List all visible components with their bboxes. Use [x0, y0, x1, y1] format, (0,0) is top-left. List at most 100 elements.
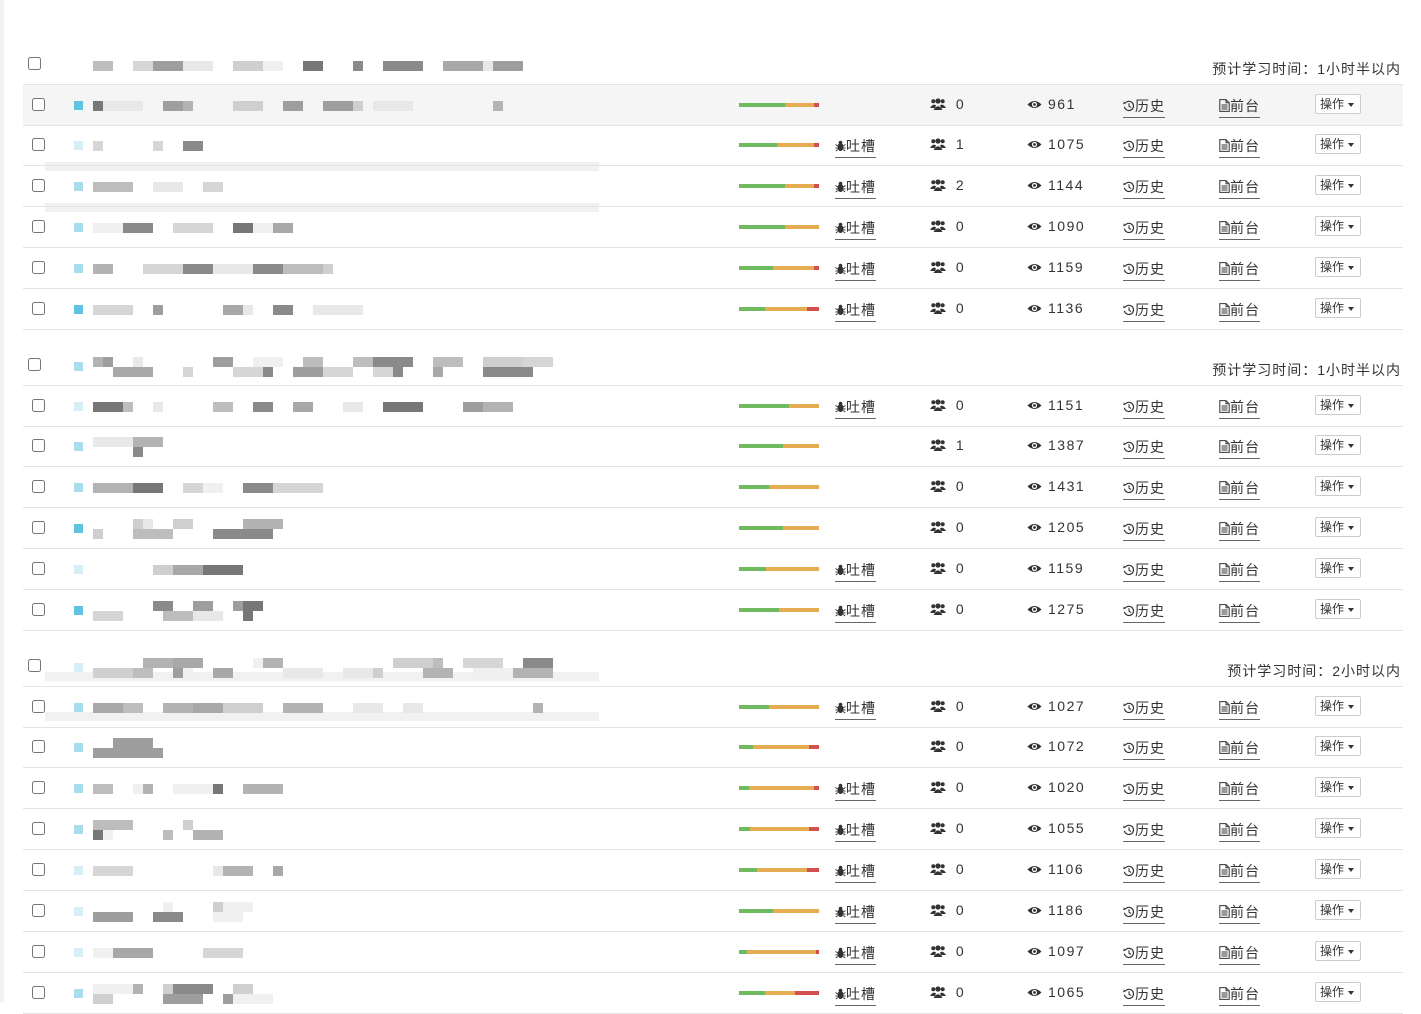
- row-checkbox[interactable]: [32, 945, 45, 958]
- operate-dropdown-button[interactable]: 操作: [1315, 982, 1361, 1002]
- operate-dropdown-button[interactable]: 操作: [1315, 941, 1361, 961]
- frontend-link[interactable]: 前台: [1219, 478, 1260, 500]
- complain-link[interactable]: 吐槽: [835, 984, 876, 1006]
- frontend-link[interactable]: 前台: [1219, 698, 1260, 720]
- row-checkbox[interactable]: [32, 700, 45, 713]
- operate-dropdown-button[interactable]: 操作: [1315, 298, 1361, 318]
- history-link[interactable]: 历史: [1123, 519, 1165, 541]
- row-checkbox[interactable]: [32, 302, 45, 315]
- frontend-link[interactable]: 前台: [1219, 397, 1260, 419]
- complain-link[interactable]: 吐槽: [835, 177, 876, 199]
- row-checkbox[interactable]: [32, 98, 45, 111]
- frontend-link[interactable]: 前台: [1219, 601, 1260, 623]
- frontend-link[interactable]: 前台: [1219, 902, 1260, 924]
- row-checkbox[interactable]: [32, 986, 45, 999]
- operate-dropdown-button[interactable]: 操作: [1315, 175, 1361, 195]
- frontend-link[interactable]: 前台: [1219, 820, 1260, 842]
- frontend-link[interactable]: 前台: [1219, 218, 1260, 240]
- row-checkbox[interactable]: [32, 179, 45, 192]
- operate-dropdown-button[interactable]: 操作: [1315, 435, 1361, 455]
- row-checkbox[interactable]: [32, 138, 45, 151]
- row-checkbox[interactable]: [32, 261, 45, 274]
- operate-dropdown-button[interactable]: 操作: [1315, 736, 1361, 756]
- operate-dropdown-button[interactable]: 操作: [1315, 900, 1361, 920]
- section-checkbox[interactable]: [28, 659, 41, 672]
- frontend-link[interactable]: 前台: [1219, 943, 1260, 965]
- history-link[interactable]: 历史: [1123, 738, 1165, 760]
- complain-link[interactable]: 吐槽: [835, 218, 876, 240]
- history-link[interactable]: 历史: [1123, 218, 1165, 240]
- complain-label: 吐槽: [846, 904, 876, 920]
- history-link[interactable]: 历史: [1123, 902, 1165, 924]
- complain-link[interactable]: 吐槽: [835, 397, 876, 419]
- operate-dropdown-button[interactable]: 操作: [1315, 599, 1361, 619]
- history-link[interactable]: 历史: [1123, 820, 1165, 842]
- row-checkbox[interactable]: [32, 439, 45, 452]
- operate-dropdown-button[interactable]: 操作: [1315, 696, 1361, 716]
- complain-link[interactable]: 吐槽: [835, 601, 876, 623]
- complain-link[interactable]: 吐槽: [835, 698, 876, 720]
- complain-link[interactable]: 吐槽: [835, 259, 876, 281]
- history-link[interactable]: 历史: [1123, 300, 1165, 322]
- row-checkbox[interactable]: [32, 863, 45, 876]
- history-link[interactable]: 历史: [1123, 259, 1165, 281]
- row-checkbox[interactable]: [32, 399, 45, 412]
- history-link[interactable]: 历史: [1123, 177, 1165, 199]
- frontend-link[interactable]: 前台: [1219, 984, 1260, 1006]
- operate-dropdown-button[interactable]: 操作: [1315, 859, 1361, 879]
- history-link[interactable]: 历史: [1123, 601, 1165, 623]
- complain-link[interactable]: 吐槽: [835, 300, 876, 322]
- history-link[interactable]: 历史: [1123, 136, 1165, 158]
- history-link[interactable]: 历史: [1123, 861, 1165, 883]
- history-link[interactable]: 历史: [1123, 943, 1165, 965]
- frontend-link[interactable]: 前台: [1219, 779, 1260, 801]
- operate-dropdown-button[interactable]: 操作: [1315, 818, 1361, 838]
- history-link[interactable]: 历史: [1123, 779, 1165, 801]
- frontend-link[interactable]: 前台: [1219, 300, 1260, 322]
- complain-link[interactable]: 吐槽: [835, 902, 876, 924]
- complain-link[interactable]: 吐槽: [835, 779, 876, 801]
- frontend-link[interactable]: 前台: [1219, 96, 1260, 118]
- row-checkbox[interactable]: [32, 781, 45, 794]
- frontend-link[interactable]: 前台: [1219, 738, 1260, 760]
- complain-link[interactable]: 吐槽: [835, 820, 876, 842]
- row-checkbox[interactable]: [32, 603, 45, 616]
- frontend-link[interactable]: 前台: [1219, 861, 1260, 883]
- operate-dropdown-button[interactable]: 操作: [1315, 257, 1361, 277]
- operate-dropdown-button[interactable]: 操作: [1315, 395, 1361, 415]
- row-checkbox[interactable]: [32, 480, 45, 493]
- history-link[interactable]: 历史: [1123, 437, 1165, 459]
- operate-dropdown-button[interactable]: 操作: [1315, 134, 1361, 154]
- progress-bar: [739, 485, 819, 489]
- complain-link[interactable]: 吐槽: [835, 560, 876, 582]
- history-link[interactable]: 历史: [1123, 478, 1165, 500]
- row-checkbox[interactable]: [32, 904, 45, 917]
- row-checkbox[interactable]: [32, 220, 45, 233]
- frontend-link[interactable]: 前台: [1219, 560, 1260, 582]
- history-link[interactable]: 历史: [1123, 698, 1165, 720]
- history-link[interactable]: 历史: [1123, 560, 1165, 582]
- frontend-link[interactable]: 前台: [1219, 437, 1260, 459]
- row-checkbox[interactable]: [32, 740, 45, 753]
- operate-dropdown-button[interactable]: 操作: [1315, 777, 1361, 797]
- row-checkbox[interactable]: [32, 822, 45, 835]
- operate-dropdown-button[interactable]: 操作: [1315, 517, 1361, 537]
- operate-dropdown-button[interactable]: 操作: [1315, 216, 1361, 236]
- history-link[interactable]: 历史: [1123, 397, 1165, 419]
- complain-link[interactable]: 吐槽: [835, 943, 876, 965]
- frontend-link[interactable]: 前台: [1219, 177, 1260, 199]
- history-link[interactable]: 历史: [1123, 96, 1165, 118]
- complain-link[interactable]: 吐槽: [835, 861, 876, 883]
- frontend-link[interactable]: 前台: [1219, 259, 1260, 281]
- frontend-link[interactable]: 前台: [1219, 136, 1260, 158]
- row-checkbox[interactable]: [32, 521, 45, 534]
- row-checkbox[interactable]: [32, 562, 45, 575]
- operate-dropdown-button[interactable]: 操作: [1315, 476, 1361, 496]
- history-link[interactable]: 历史: [1123, 984, 1165, 1006]
- complain-link[interactable]: 吐槽: [835, 136, 876, 158]
- operate-dropdown-button[interactable]: 操作: [1315, 558, 1361, 578]
- section-checkbox[interactable]: [28, 358, 41, 371]
- operate-dropdown-button[interactable]: 操作: [1315, 94, 1361, 114]
- section-checkbox[interactable]: [28, 57, 41, 70]
- frontend-link[interactable]: 前台: [1219, 519, 1260, 541]
